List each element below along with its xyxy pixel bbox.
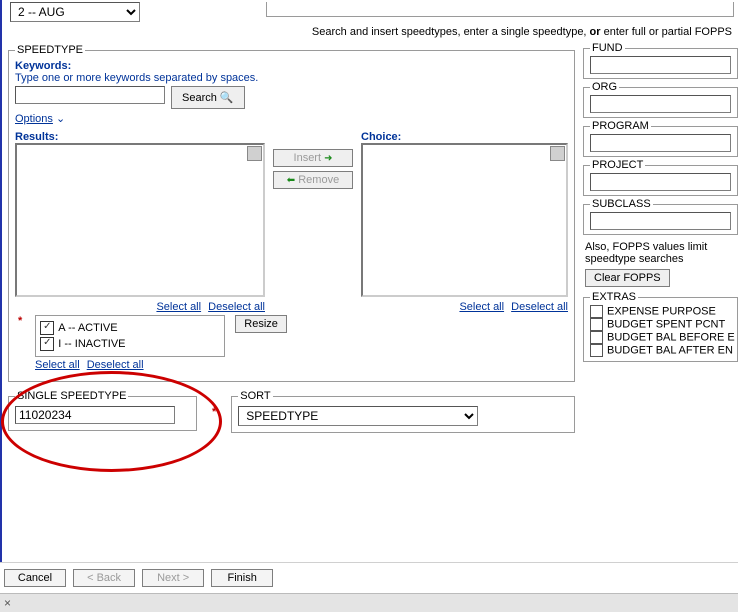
extra-option[interactable]: EXPENSE PURPOSE [590,305,731,318]
clear-fopps-button[interactable]: Clear FOPPS [585,269,670,287]
speedtype-fieldset: SPEEDTYPE Keywords: Type one or more key… [8,44,575,382]
choice-select-all[interactable]: Select all [459,301,504,313]
checkbox-checked-icon: ✓ [40,321,54,335]
keywords-hint: Type one or more keywords separated by s… [15,72,568,84]
speedtype-legend: SPEEDTYPE [15,44,85,56]
choice-label: Choice: [361,131,568,143]
required-marker: * [15,315,25,357]
checkbox-icon [590,318,603,331]
results-label: Results: [15,131,265,143]
status-filter-box: ✓A -- ACTIVE ✓I -- INACTIVE [35,315,225,357]
subclass-input[interactable] [590,212,731,230]
close-icon: × [4,596,11,610]
month-select[interactable]: 2 -- AUG [10,2,140,22]
extra-option[interactable]: BUDGET SPENT PCNT [590,318,731,331]
sort-select[interactable]: SPEEDTYPE [238,406,478,426]
next-button[interactable]: Next > [142,569,204,587]
results-deselect-all[interactable]: Deselect all [208,301,265,313]
scroll-thumb[interactable] [247,146,262,161]
cancel-button[interactable]: Cancel [4,569,66,587]
status-inactive-row[interactable]: ✓I -- INACTIVE [40,336,220,352]
single-speedtype-fieldset: SINGLE SPEEDTYPE [8,390,197,431]
status-deselect-all[interactable]: Deselect all [87,359,144,371]
finish-button[interactable]: Finish [211,569,273,587]
remove-button[interactable]: ⬅ Remove [273,171,353,189]
program-input[interactable] [590,134,731,152]
options-link[interactable]: Options [15,113,53,125]
single-speedtype-input[interactable] [15,406,175,424]
instruction-text: Search and insert speedtypes, enter a si… [6,22,738,40]
arrow-right-icon: ➜ [324,153,332,164]
checkbox-icon [590,305,603,318]
wizard-bar: Cancel < Back Next > Finish [0,562,738,593]
project-fieldset: PROJECT [583,159,738,196]
checkbox-checked-icon: ✓ [40,337,54,351]
results-listbox[interactable] [15,143,265,297]
search-icon: 🔍 [220,92,234,104]
choice-listbox[interactable] [361,143,568,297]
search-button[interactable]: Search 🔍 [171,86,245,109]
fopps-note: Also, FOPPS values limit speedtype searc… [583,237,738,269]
org-fieldset: ORG [583,81,738,118]
program-fieldset: PROGRAM [583,120,738,157]
scroll-thumb[interactable] [550,146,565,161]
fund-fieldset: FUND [583,42,738,79]
extra-option[interactable]: BUDGET BAL BEFORE E [590,331,731,344]
project-input[interactable] [590,173,731,191]
extra-option[interactable]: BUDGET BAL AFTER EN [590,344,731,357]
choice-deselect-all[interactable]: Deselect all [511,301,568,313]
results-select-all[interactable]: Select all [156,301,201,313]
sort-legend: SORT [238,390,272,402]
single-speedtype-legend: SINGLE SPEEDTYPE [15,390,128,402]
checkbox-icon [590,331,603,344]
back-button[interactable]: < Back [73,569,135,587]
arrow-left-icon: ⬅ [287,175,295,186]
fund-input[interactable] [590,56,731,74]
status-select-all[interactable]: Select all [35,359,80,371]
sort-fieldset: SORT SPEEDTYPE [231,390,575,433]
status-active-row[interactable]: ✓A -- ACTIVE [40,320,220,336]
keywords-label: Keywords: [15,60,568,72]
required-marker: * [209,406,219,418]
chevron-down-icon: ⌄ [56,113,65,125]
insert-button[interactable]: Insert ➜ [273,149,353,167]
resize-button[interactable]: Resize [235,315,287,333]
extras-fieldset: EXTRAS EXPENSE PURPOSE BUDGET SPENT PCNT… [583,291,738,362]
org-input[interactable] [590,95,731,113]
subclass-fieldset: SUBCLASS [583,198,738,235]
keywords-input[interactable] [15,86,165,104]
checkbox-icon [590,344,603,357]
